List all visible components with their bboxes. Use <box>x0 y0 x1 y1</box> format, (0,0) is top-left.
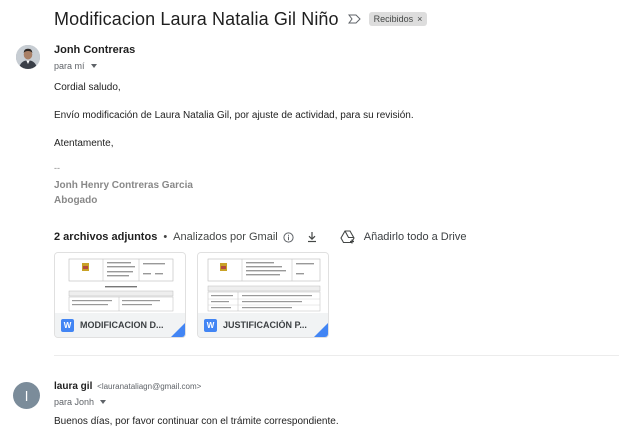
reply-sender-name: laura gil <box>54 381 93 392</box>
scanned-by-gmail-label: Analizados por Gmail <box>173 231 278 243</box>
sender-name: Jonh Contreras <box>54 44 136 56</box>
chevron-down-icon <box>100 400 107 404</box>
attachment-card[interactable]: W MODIFICACION D... <box>54 252 186 338</box>
word-icon: W <box>61 318 74 332</box>
separator-dot: • <box>163 231 168 243</box>
signature-separator: -- <box>54 163 60 173</box>
word-corner-icon <box>314 323 328 337</box>
attachments-count: 2 archivos adjuntos <box>54 231 158 243</box>
avatar[interactable] <box>16 45 40 69</box>
reply-sender-email: <lauranataliagn@gmail.com> <box>97 382 202 391</box>
message-divider <box>54 355 619 356</box>
remove-label-icon[interactable]: × <box>417 14 422 24</box>
attachment-file-name: MODIFICACION D... <box>80 320 164 330</box>
word-corner-icon <box>171 323 185 337</box>
reply-recipient-label: para Jonh <box>54 397 95 407</box>
drive-add-icon[interactable] <box>340 230 356 244</box>
chevron-down-icon <box>90 64 97 68</box>
signature-title: Abogado <box>54 195 98 206</box>
important-icon[interactable] <box>347 14 361 24</box>
reply-recipient-dropdown[interactable]: para Jonh <box>54 397 107 407</box>
attachment-footer: W JUSTIFICACIÓN P... <box>198 313 328 337</box>
attachment-footer: W MODIFICACION D... <box>55 313 185 337</box>
word-icon: W <box>204 318 217 332</box>
document-preview <box>198 253 328 315</box>
subject-row: Modificacion Laura Natalia Gil Niño Reci… <box>54 7 428 31</box>
document-preview <box>55 253 185 315</box>
email-subject: Modificacion Laura Natalia Gil Niño <box>54 8 339 29</box>
recipient-label: para mí <box>54 61 85 71</box>
info-icon[interactable] <box>283 231 294 243</box>
label-chip-text: Recibidos <box>373 14 414 24</box>
download-all-icon[interactable] <box>306 231 318 243</box>
signature-name: Jonh Henry Contreras Garcia <box>54 180 193 191</box>
recipient-dropdown[interactable]: para mí <box>54 61 97 71</box>
attachments-header: 2 archivos adjuntos • Analizados por Gma… <box>54 229 466 245</box>
avatar[interactable]: l <box>13 382 40 409</box>
message-text: Envío modificación de Laura Natalia Gil,… <box>54 110 414 121</box>
greeting-text: Cordial saludo, <box>54 82 121 93</box>
add-all-to-drive-button[interactable]: Añadirlo todo a Drive <box>364 231 467 243</box>
label-chip-recibidos[interactable]: Recibidos × <box>368 12 428 26</box>
reply-sender: laura gil <lauranataliagn@gmail.com> <box>54 381 201 392</box>
reply-message-text: Buenos días, por favor continuar con el … <box>54 416 339 427</box>
closing-text: Atentamente, <box>54 138 114 149</box>
attachment-card[interactable]: W JUSTIFICACIÓN P... <box>197 252 329 338</box>
attachment-file-name: JUSTIFICACIÓN P... <box>223 320 307 330</box>
